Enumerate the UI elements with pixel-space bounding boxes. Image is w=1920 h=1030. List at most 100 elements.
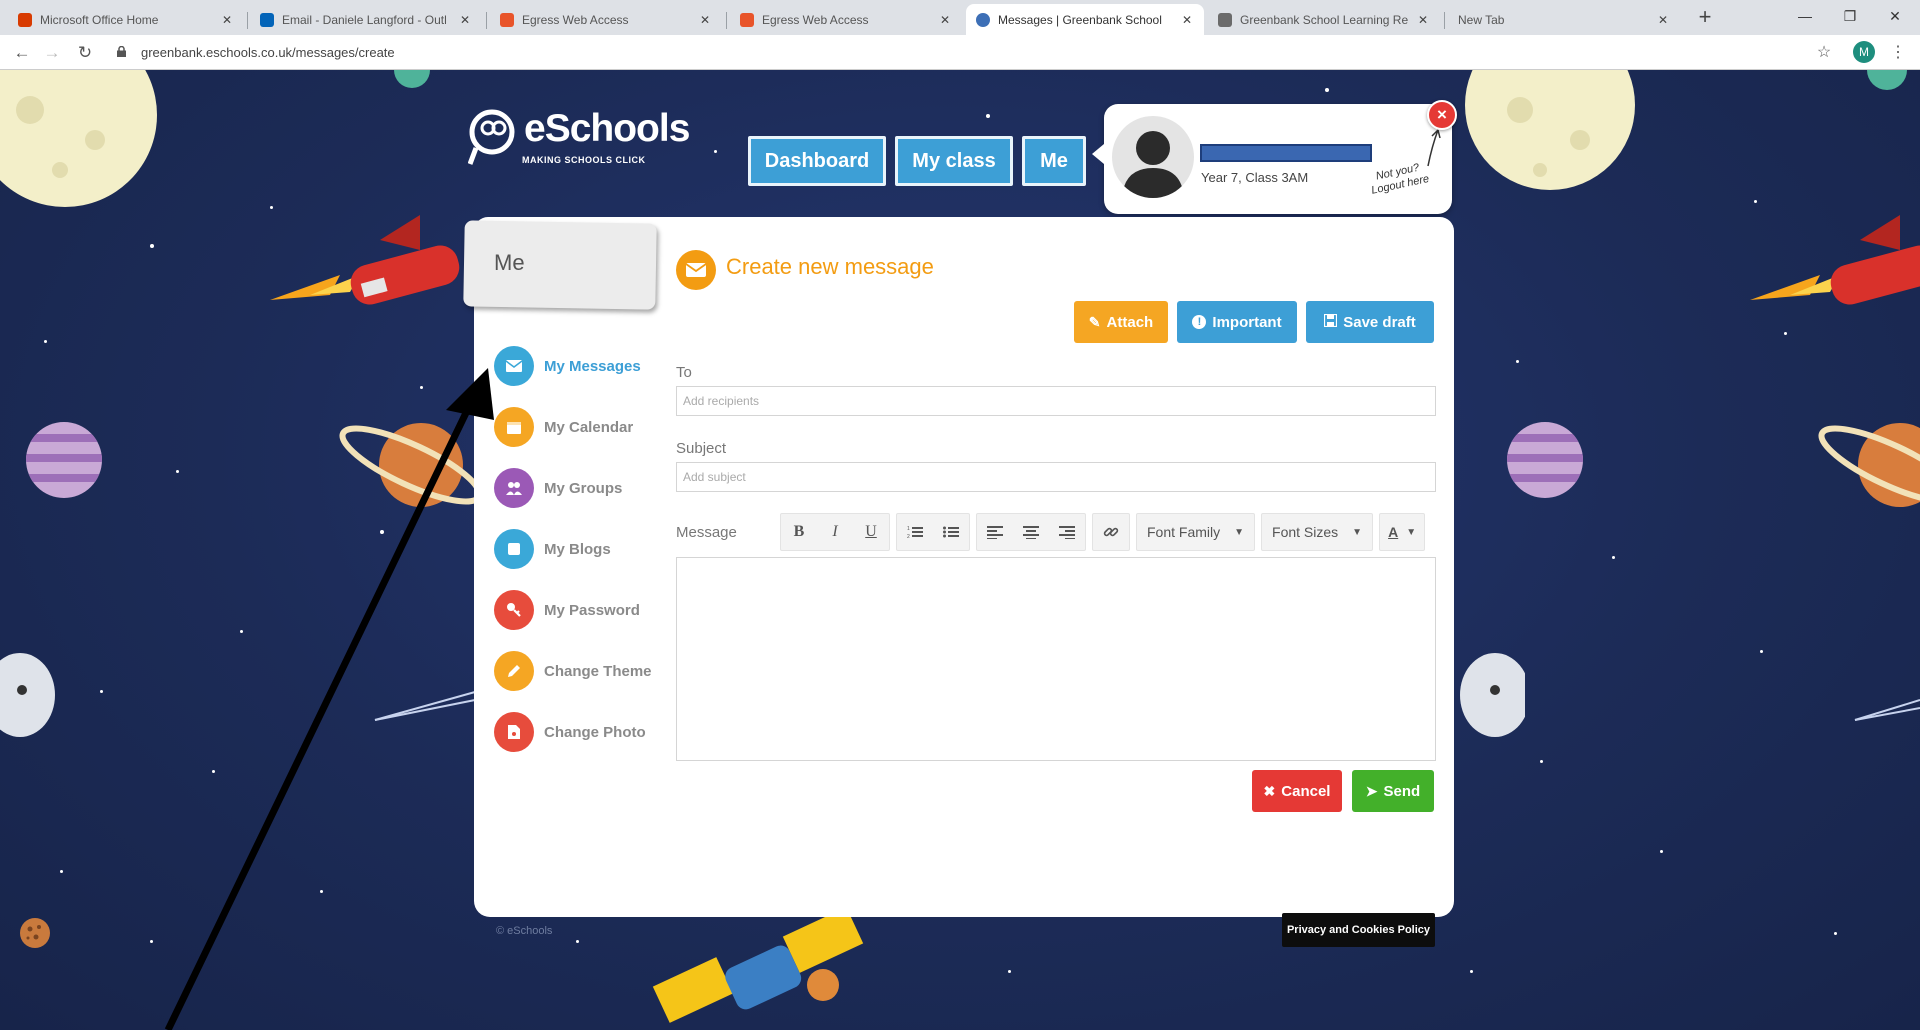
sidebar-item-label: Change Theme bbox=[544, 662, 652, 680]
sidebar-item-label: Change Photo bbox=[544, 723, 646, 741]
person-silhouette-icon bbox=[1122, 131, 1184, 198]
close-tab-icon[interactable]: ✕ bbox=[938, 13, 952, 27]
browser-tab[interactable]: Egress Web Access ✕ bbox=[730, 4, 962, 35]
forward-icon[interactable]: → bbox=[40, 41, 64, 65]
numbered-list-icon[interactable]: 12 bbox=[897, 514, 933, 550]
editor-toolbar: B I U 12 Font Family ▼ Font Sizes ▼ A ▼ bbox=[780, 513, 1431, 551]
ringed-planet-decoration bbox=[339, 423, 476, 507]
recipients-input[interactable] bbox=[676, 386, 1436, 416]
underline-icon[interactable]: U bbox=[853, 514, 889, 550]
cookie-icon[interactable] bbox=[20, 918, 50, 948]
sidebar-item-my-password[interactable]: My Password bbox=[494, 588, 654, 632]
exclamation-circle-icon: ! bbox=[1192, 315, 1207, 329]
browser-tab[interactable]: New Tab ✕ bbox=[1448, 4, 1680, 35]
send-button-label: Send bbox=[1383, 782, 1421, 800]
browser-tab-bar: Microsoft Office Home ✕ Email - Daniele … bbox=[0, 0, 1920, 35]
bullet-list-icon[interactable] bbox=[933, 514, 969, 550]
font-family-dropdown[interactable]: Font Family ▼ bbox=[1137, 514, 1254, 550]
caret-down-icon: ▼ bbox=[1406, 526, 1417, 538]
sidebar-item-my-groups[interactable]: My Groups bbox=[494, 466, 654, 510]
egress-icon bbox=[500, 12, 514, 27]
attach-button[interactable]: ✎ Attach bbox=[1074, 301, 1168, 343]
logo-text: eSchools bbox=[524, 107, 690, 150]
to-label: To bbox=[676, 364, 692, 381]
page-title: Create new message bbox=[726, 254, 934, 279]
satellite-decoration bbox=[652, 910, 864, 1023]
caret-down-icon: ▼ bbox=[1352, 526, 1363, 538]
italic-icon[interactable]: I bbox=[817, 514, 853, 550]
browser-tab[interactable]: Email - Daniele Langford - Outl ✕ bbox=[250, 4, 482, 35]
cancel-button[interactable]: ✖ Cancel bbox=[1252, 770, 1342, 812]
back-icon[interactable]: ← bbox=[10, 41, 34, 65]
message-editor[interactable] bbox=[676, 557, 1436, 761]
nav-dashboard[interactable]: Dashboard bbox=[748, 136, 886, 186]
subject-label: Subject bbox=[676, 440, 727, 457]
rocket-decoration-left bbox=[270, 215, 460, 305]
paperclip-icon: ✎ bbox=[1088, 313, 1101, 330]
bold-icon[interactable]: B bbox=[781, 514, 817, 550]
nav-me[interactable]: Me bbox=[1022, 136, 1086, 186]
close-user-card-button[interactable]: × bbox=[1427, 100, 1457, 130]
moon-decoration-right bbox=[1465, 70, 1635, 190]
reload-icon[interactable]: ↻ bbox=[73, 41, 97, 65]
restore-icon[interactable]: ❐ bbox=[1830, 4, 1870, 28]
save-draft-button-label: Save draft bbox=[1343, 313, 1416, 331]
sidebar-item-my-calendar[interactable]: My Calendar bbox=[494, 405, 654, 449]
user-card: Year 7, Class 3AM Not you? Logout here bbox=[1092, 104, 1452, 214]
browser-tab-active[interactable]: Messages | Greenbank School ✕ bbox=[966, 4, 1204, 35]
close-tab-icon[interactable]: ✕ bbox=[1180, 13, 1194, 27]
shooting-star-decoration bbox=[1854, 699, 1920, 721]
close-tab-icon[interactable]: ✕ bbox=[458, 13, 472, 27]
text-color-icon: A bbox=[1388, 524, 1399, 540]
link-icon[interactable] bbox=[1093, 514, 1129, 550]
egress-icon bbox=[740, 12, 754, 27]
text-color-dropdown[interactable]: A ▼ bbox=[1380, 514, 1424, 550]
spaceship-decoration bbox=[0, 653, 55, 737]
privacy-policy-button[interactable]: Privacy and Cookies Policy bbox=[1282, 913, 1435, 947]
tab-title: Microsoft Office Home bbox=[40, 12, 159, 27]
browser-tab[interactable]: Microsoft Office Home ✕ bbox=[8, 4, 244, 35]
avatar bbox=[1112, 116, 1194, 198]
sidebar-item-my-blogs[interactable]: My Blogs bbox=[494, 527, 654, 571]
address-bar: ← → ↻ greenbank.eschools.co.uk/messages/… bbox=[0, 35, 1920, 70]
svg-text:2: 2 bbox=[907, 534, 910, 539]
close-tab-icon[interactable]: ✕ bbox=[1416, 13, 1430, 27]
profile-avatar[interactable]: M bbox=[1853, 41, 1875, 63]
calendar-icon bbox=[494, 407, 534, 447]
font-family-label: Font Family bbox=[1147, 524, 1221, 540]
copyright-text: © eSchools bbox=[496, 925, 553, 937]
new-tab-button[interactable]: + bbox=[1693, 6, 1717, 30]
ringed-planet-decoration bbox=[1818, 423, 1920, 507]
close-tab-icon[interactable]: ✕ bbox=[698, 13, 712, 27]
nav-my-class[interactable]: My class bbox=[895, 136, 1013, 186]
browser-tab[interactable]: Egress Web Access ✕ bbox=[490, 4, 722, 35]
save-draft-button[interactable]: Save draft bbox=[1306, 301, 1434, 343]
sidebar-item-my-messages[interactable]: My Messages bbox=[494, 344, 654, 388]
send-button[interactable]: ➤ Send bbox=[1352, 770, 1434, 812]
sidebar-item-change-photo[interactable]: Change Photo bbox=[494, 710, 654, 754]
sidebar-item-change-theme[interactable]: Change Theme bbox=[494, 649, 654, 693]
user-name-redacted bbox=[1200, 144, 1372, 162]
browser-tab[interactable]: Greenbank School Learning Re ✕ bbox=[1208, 4, 1440, 35]
font-sizes-dropdown[interactable]: Font Sizes ▼ bbox=[1262, 514, 1372, 550]
subject-input[interactable] bbox=[676, 462, 1436, 492]
close-tab-icon[interactable]: ✕ bbox=[1656, 13, 1670, 27]
groups-icon bbox=[494, 468, 534, 508]
close-window-icon[interactable]: ✕ bbox=[1875, 4, 1915, 28]
important-button[interactable]: ! Important bbox=[1177, 301, 1297, 343]
browser-menu-icon[interactable]: ⋮ bbox=[1886, 41, 1910, 65]
floppy-disk-icon bbox=[1324, 313, 1338, 330]
eschools-icon bbox=[976, 12, 990, 27]
align-left-icon[interactable] bbox=[977, 514, 1013, 550]
planet-decoration bbox=[26, 422, 102, 498]
align-right-icon[interactable] bbox=[1049, 514, 1085, 550]
tab-title: Email - Daniele Langford - Outl bbox=[282, 12, 447, 27]
minimize-icon[interactable]: — bbox=[1785, 4, 1825, 28]
font-sizes-label: Font Sizes bbox=[1272, 524, 1339, 540]
align-center-icon[interactable] bbox=[1013, 514, 1049, 550]
close-tab-icon[interactable]: ✕ bbox=[220, 13, 234, 27]
sidebar-item-label: My Password bbox=[544, 601, 640, 619]
bookmark-star-icon[interactable]: ☆ bbox=[1812, 41, 1836, 65]
url-field[interactable]: greenbank.eschools.co.uk/messages/create bbox=[141, 43, 395, 63]
blog-icon bbox=[494, 529, 534, 569]
